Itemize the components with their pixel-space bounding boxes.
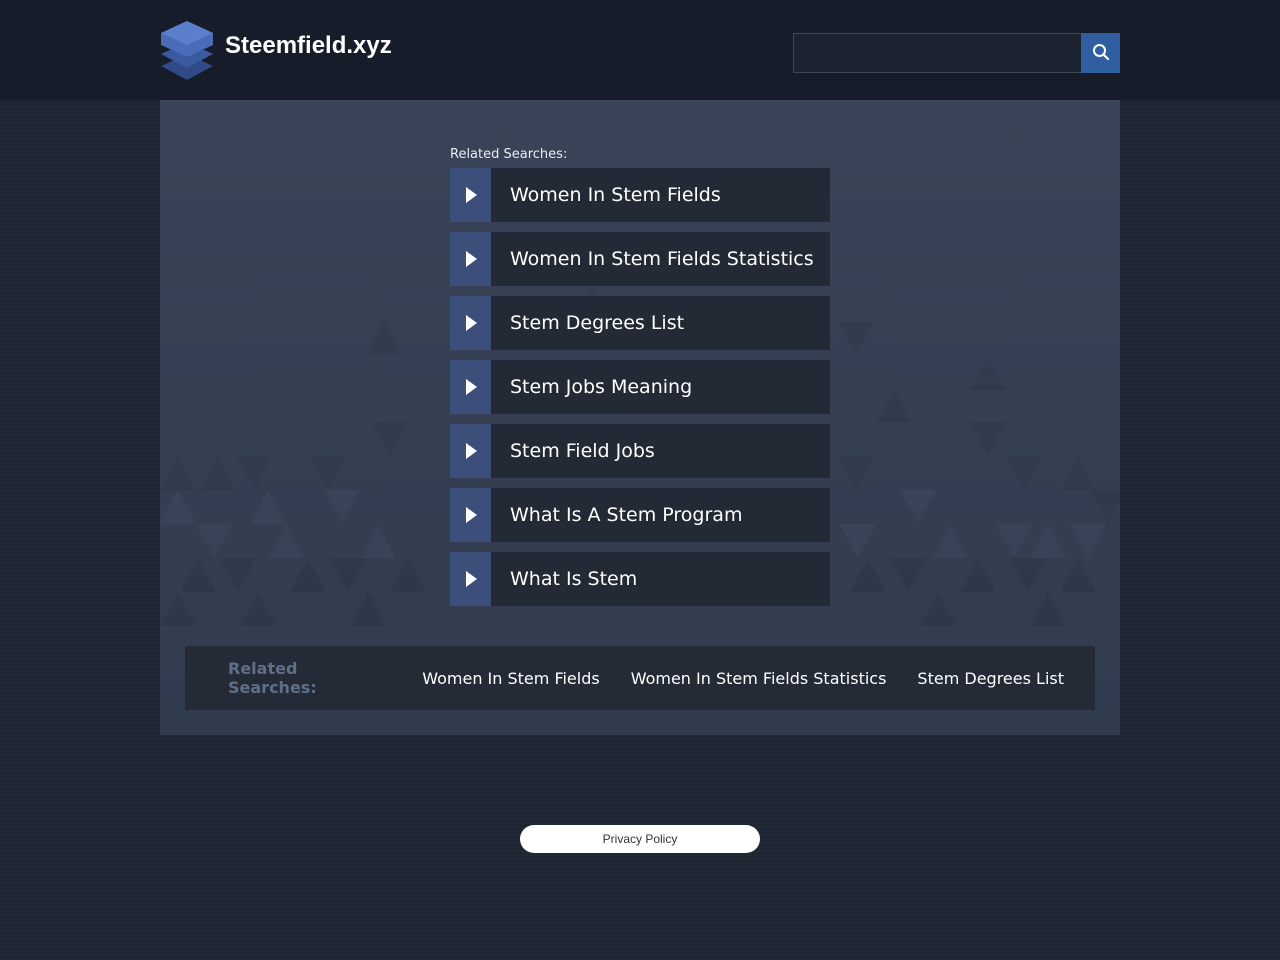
related-link-label: Women In Stem Fields	[491, 168, 830, 222]
bottom-related-link-2[interactable]: Women In Stem Fields Statistics	[631, 669, 887, 688]
main-panel: Related Searches: Women In Stem Fields W…	[160, 100, 1120, 735]
stacked-layers-icon[interactable]	[160, 20, 214, 82]
bottom-related-link-3[interactable]: Stem Degrees List	[917, 669, 1064, 688]
related-link-label: Stem Field Jobs	[491, 424, 830, 478]
related-link-5[interactable]: Stem Field Jobs	[450, 424, 830, 478]
play-arrow-icon	[450, 360, 491, 414]
related-link-label: Women In Stem Fields Statistics	[491, 232, 830, 286]
related-link-label: What Is Stem	[491, 552, 830, 606]
play-arrow-icon	[450, 296, 491, 350]
related-searches-label: Related Searches:	[450, 147, 568, 162]
related-link-7[interactable]: What Is Stem	[450, 552, 830, 606]
privacy-policy-link[interactable]: Privacy Policy	[520, 825, 760, 853]
related-link-1[interactable]: Women In Stem Fields	[450, 168, 830, 222]
related-link-4[interactable]: Stem Jobs Meaning	[450, 360, 830, 414]
related-link-2[interactable]: Women In Stem Fields Statistics	[450, 232, 830, 286]
play-arrow-icon	[450, 232, 491, 286]
related-link-label: What Is A Stem Program	[491, 488, 830, 542]
related-link-label: Stem Degrees List	[491, 296, 830, 350]
bottom-related-label: Related Searches:	[228, 659, 317, 697]
bottom-related-link-1[interactable]: Women In Stem Fields	[422, 669, 599, 688]
play-arrow-icon	[450, 488, 491, 542]
related-link-3[interactable]: Stem Degrees List	[450, 296, 830, 350]
search-icon	[1092, 43, 1110, 64]
search-input[interactable]	[793, 33, 1082, 73]
related-link-label: Stem Jobs Meaning	[491, 360, 830, 414]
related-link-6[interactable]: What Is A Stem Program	[450, 488, 830, 542]
play-arrow-icon	[450, 552, 491, 606]
site-name[interactable]: Steemfield.xyz	[225, 32, 392, 60]
site-header: Steemfield.xyz	[0, 0, 1280, 100]
related-links-list: Women In Stem Fields Women In Stem Field…	[450, 168, 830, 616]
play-arrow-icon	[450, 168, 491, 222]
bottom-related-bar: Related Searches: Women In Stem Fields W…	[185, 646, 1095, 710]
search-button[interactable]	[1081, 33, 1120, 73]
play-arrow-icon	[450, 424, 491, 478]
